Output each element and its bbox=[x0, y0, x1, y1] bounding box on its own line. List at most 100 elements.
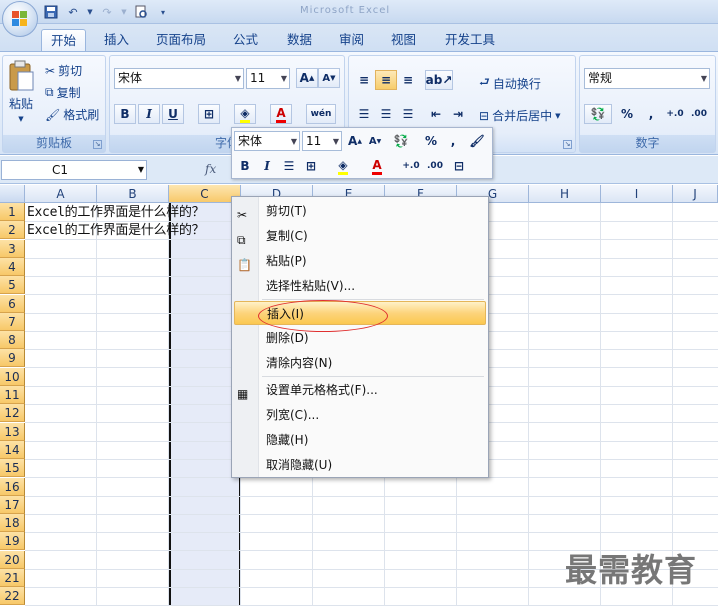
menu-item-clear-contents[interactable]: 清除内容(N) bbox=[234, 351, 486, 375]
mini-percent-button[interactable]: % bbox=[420, 131, 442, 151]
column-header-i[interactable]: I bbox=[601, 185, 673, 203]
percent-button[interactable]: % bbox=[616, 104, 638, 124]
undo-dropdown-icon[interactable]: ▼ bbox=[86, 4, 94, 21]
mini-size-combo[interactable]: 11 ▼ bbox=[302, 131, 342, 151]
row-header-15[interactable]: 15 bbox=[0, 459, 25, 478]
select-all-corner[interactable] bbox=[0, 185, 25, 203]
tab-review[interactable]: 审阅 bbox=[330, 29, 373, 52]
underline-button[interactable]: U bbox=[162, 104, 184, 124]
row-header-20[interactable]: 20 bbox=[0, 550, 25, 569]
mini-center-button[interactable]: ☰ bbox=[278, 156, 300, 176]
mini-accounting-button[interactable]: 💱 bbox=[388, 131, 414, 151]
row-header-18[interactable]: 18 bbox=[0, 514, 25, 533]
row-header-11[interactable]: 11 bbox=[0, 386, 25, 404]
mini-decrease-decimal-button[interactable]: .00 bbox=[424, 156, 446, 176]
borders-button[interactable]: ⊞ bbox=[198, 104, 220, 124]
mini-fill-color-button[interactable]: ◈ bbox=[332, 156, 354, 176]
wrap-text-button[interactable]: ⮐ 自动换行 bbox=[479, 73, 541, 94]
menu-item-hide[interactable]: 隐藏(H) bbox=[234, 428, 486, 452]
row-header-21[interactable]: 21 bbox=[0, 569, 25, 587]
fill-color-button[interactable]: ◈ bbox=[234, 104, 256, 124]
menu-item-paste[interactable]: 📋 粘贴(P) bbox=[234, 249, 486, 273]
print-preview-icon[interactable] bbox=[132, 4, 150, 21]
row-header-14[interactable]: 14 bbox=[0, 440, 25, 459]
row-header-7[interactable]: 7 bbox=[0, 312, 25, 331]
comma-button[interactable]: , bbox=[640, 104, 662, 124]
orientation-button[interactable]: ab↗ bbox=[425, 70, 453, 90]
tab-view[interactable]: 视图 bbox=[382, 29, 425, 52]
cell-a1[interactable]: Excel的工作界面是什么样的？ bbox=[27, 204, 205, 222]
mini-merge-button[interactable]: ⊟ bbox=[448, 156, 470, 176]
redo-dropdown-icon[interactable]: ▼ bbox=[120, 4, 128, 21]
align-right-button[interactable]: ☰ bbox=[397, 104, 419, 124]
align-bottom-button[interactable]: ≡ bbox=[397, 70, 419, 90]
cell-a2[interactable]: Excel的工作界面是什么样的？ bbox=[27, 222, 205, 240]
decrease-decimal-button[interactable]: .00 bbox=[688, 104, 710, 124]
row-header-10[interactable]: 10 bbox=[0, 367, 25, 386]
row-header-16[interactable]: 16 bbox=[0, 477, 25, 496]
row-header-12[interactable]: 12 bbox=[0, 404, 25, 423]
tab-developer[interactable]: 开发工具 bbox=[436, 29, 504, 52]
row-header-9[interactable]: 9 bbox=[0, 349, 25, 368]
menu-item-delete[interactable]: 删除(D) bbox=[234, 326, 486, 350]
align-left-button[interactable]: ☰ bbox=[353, 104, 375, 124]
row-header-6[interactable]: 6 bbox=[0, 294, 25, 313]
phonetic-button[interactable]: wén bbox=[306, 104, 336, 124]
mini-shrink-font-button[interactable]: A ▼ bbox=[364, 131, 386, 151]
grow-font-button[interactable]: A ▲ bbox=[296, 68, 318, 88]
mini-format-painter-button[interactable]: 🖌 bbox=[466, 131, 488, 151]
merge-center-button[interactable]: ⊟ 合并后居中 ▼ bbox=[479, 107, 560, 124]
mini-borders-button[interactable]: ⊞ bbox=[300, 156, 322, 176]
row-header-13[interactable]: 13 bbox=[0, 422, 25, 441]
shrink-font-button[interactable]: A ▼ bbox=[318, 68, 340, 88]
menu-item-column-width[interactable]: 列宽(C)... bbox=[234, 403, 486, 427]
mini-grow-font-button[interactable]: A ▲ bbox=[344, 131, 366, 151]
row-header-1[interactable]: 1 bbox=[0, 203, 25, 221]
name-box[interactable]: C1 ▼ bbox=[1, 160, 147, 180]
paste-dropdown-icon[interactable]: ▼ bbox=[18, 115, 23, 123]
undo-icon[interactable]: ↶ bbox=[64, 4, 82, 21]
menu-item-cut[interactable]: ✂ 剪切(T) bbox=[234, 199, 486, 223]
menu-item-format-cells[interactable]: ▦ 设置单元格格式(F)... bbox=[234, 378, 486, 402]
alignment-launcher-icon[interactable]: ↘ bbox=[563, 140, 572, 149]
tab-insert[interactable]: 插入 bbox=[95, 29, 138, 52]
row-header-22[interactable]: 22 bbox=[0, 587, 25, 606]
office-button[interactable] bbox=[2, 1, 38, 37]
column-header-h[interactable]: H bbox=[529, 185, 601, 203]
column-header-j[interactable]: J bbox=[673, 185, 718, 203]
align-center-button[interactable]: ☰ bbox=[375, 104, 397, 124]
align-middle-button[interactable]: ≡ bbox=[375, 70, 397, 90]
cut-button[interactable]: ✂ 剪切 bbox=[45, 62, 82, 79]
mini-increase-decimal-button[interactable]: +.0 bbox=[400, 156, 422, 176]
increase-decimal-button[interactable]: +.0 bbox=[664, 104, 686, 124]
menu-item-copy[interactable]: ⧉ 复制(C) bbox=[234, 224, 486, 248]
save-icon[interactable] bbox=[42, 4, 60, 21]
tab-data[interactable]: 数据 bbox=[278, 29, 321, 52]
menu-item-paste-special[interactable]: 选择性粘贴(V)... bbox=[234, 274, 486, 298]
menu-item-unhide[interactable]: 取消隐藏(U) bbox=[234, 453, 486, 477]
italic-button[interactable]: I bbox=[138, 104, 160, 124]
mini-italic-button[interactable]: I bbox=[256, 156, 278, 176]
insert-function-icon[interactable]: fx bbox=[205, 162, 216, 176]
font-name-combo[interactable]: 宋体 ▼ bbox=[114, 68, 244, 89]
mini-font-color-button[interactable]: A bbox=[366, 156, 388, 176]
tab-page-layout[interactable]: 页面布局 bbox=[147, 29, 215, 52]
row-header-3[interactable]: 3 bbox=[0, 239, 25, 258]
bold-button[interactable]: B bbox=[114, 104, 136, 124]
row-header-5[interactable]: 5 bbox=[0, 276, 25, 295]
column-header-a[interactable]: A bbox=[25, 185, 97, 203]
copy-button[interactable]: ⧉ 复制 bbox=[45, 84, 81, 101]
redo-icon[interactable]: ↷ bbox=[98, 4, 116, 21]
format-painter-button[interactable]: 🖌 格式刷 bbox=[45, 106, 99, 123]
increase-indent-button[interactable]: ⇥ bbox=[447, 104, 469, 124]
mini-comma-button[interactable]: , bbox=[442, 131, 464, 151]
accounting-format-button[interactable]: 💱 bbox=[584, 104, 612, 124]
row-header-8[interactable]: 8 bbox=[0, 331, 25, 350]
font-color-button[interactable]: A bbox=[270, 104, 292, 124]
row-header-19[interactable]: 19 bbox=[0, 532, 25, 551]
font-size-combo[interactable]: 11 ▼ bbox=[246, 68, 290, 89]
tab-formulas[interactable]: 公式 bbox=[224, 29, 267, 52]
align-top-button[interactable]: ≡ bbox=[353, 70, 375, 90]
column-header-b[interactable]: B bbox=[97, 185, 169, 203]
customize-qat-icon[interactable]: ▾ bbox=[154, 4, 172, 21]
